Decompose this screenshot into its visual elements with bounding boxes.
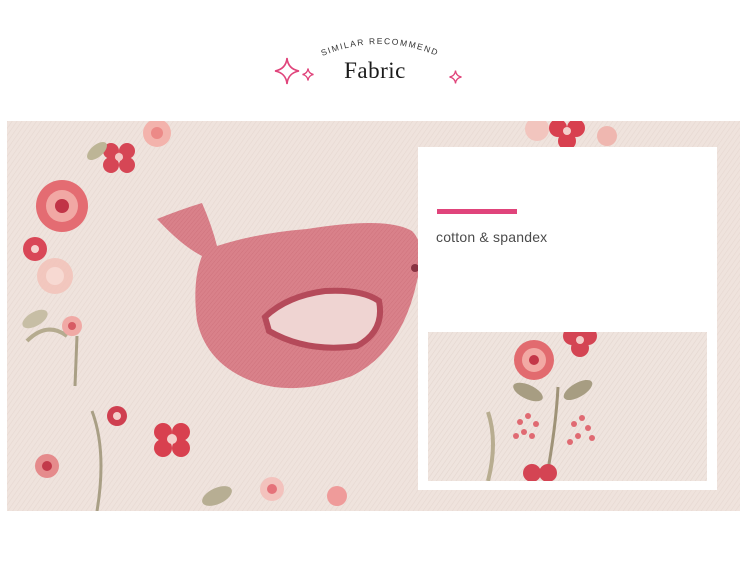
- fabric-detail-photo: [428, 332, 707, 481]
- header-subtitle: SIMILAR RECOMMEND: [319, 36, 439, 58]
- fabric-info-card: cotton & spandex: [418, 147, 717, 490]
- section-header: SIMILAR RECOMMEND Fabric: [0, 0, 750, 118]
- section-title: Fabric: [344, 58, 406, 83]
- accent-bar: [437, 209, 517, 214]
- svg-text:SIMILAR RECOMMEND: SIMILAR RECOMMEND: [319, 36, 440, 58]
- material-label: cotton & spandex: [436, 229, 548, 245]
